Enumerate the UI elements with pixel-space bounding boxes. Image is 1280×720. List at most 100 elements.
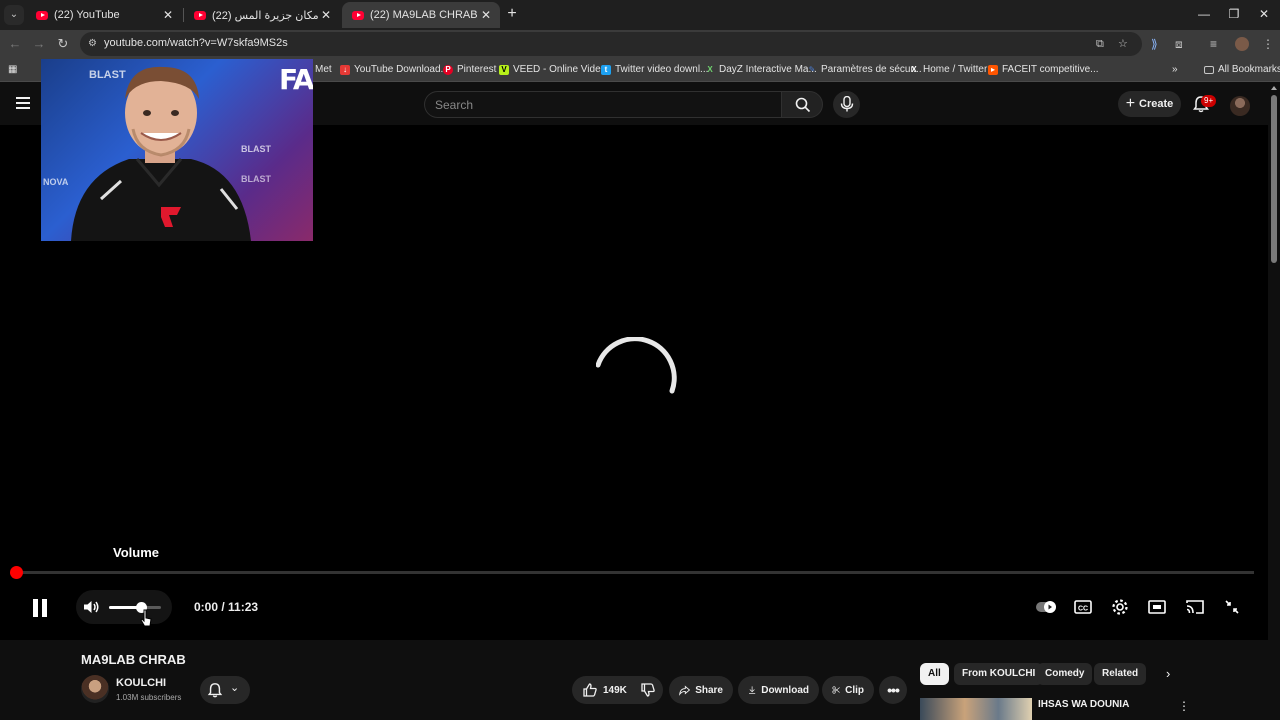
restore-icon[interactable]: ❐	[1226, 6, 1242, 22]
media-control-icon[interactable]: ≡	[1210, 37, 1217, 51]
new-tab-icon[interactable]: +	[504, 6, 520, 22]
download-button[interactable]: Download	[738, 676, 819, 704]
twitter-icon: t	[601, 64, 611, 75]
volume-slider[interactable]	[109, 602, 161, 613]
veed-icon: V	[499, 64, 509, 75]
all-bookmarks-button[interactable]: All Bookmarks	[1204, 64, 1280, 75]
bookmark-item[interactable]: Met	[315, 64, 332, 75]
bookmark-item[interactable]: ✎ Paramètres de sécur...	[807, 64, 922, 75]
clip-label: Clip	[845, 684, 864, 696]
progress-scrubber[interactable]	[10, 566, 23, 579]
youtube-favicon-icon	[352, 10, 364, 20]
close-tab-icon[interactable]: ✕	[318, 8, 334, 22]
more-bookmarks-icon[interactable]: »	[1172, 64, 1178, 75]
create-label: Create	[1139, 98, 1174, 110]
fullscreen-exit-icon[interactable]	[1222, 597, 1242, 617]
bookmark-star-icon[interactable]: ☆	[1118, 37, 1128, 51]
pen-icon: ✎	[808, 64, 816, 74]
bookmark-label: Twitter video downl...	[615, 64, 709, 75]
browser-tab-bar: ⌄ (22) YouTube ✕ (22) البحث عن مكان جزير…	[0, 0, 1280, 30]
page-scrollbar[interactable]	[1268, 83, 1280, 720]
address-url: youtube.com/watch?v=W7skfa9MS2s	[104, 37, 288, 49]
tab-title: (22) MA9LAB CHRAB - YouTube	[370, 9, 478, 21]
cast-icon[interactable]	[1185, 597, 1205, 617]
channel-avatar[interactable]	[81, 675, 109, 703]
create-button[interactable]: + Create	[1118, 91, 1181, 117]
chevron-right-icon[interactable]: ›	[1166, 667, 1178, 681]
browser-tab[interactable]: (22) البحث عن مكان جزيرة المس... ✕	[184, 2, 340, 28]
pause-button[interactable]	[32, 599, 48, 617]
bookmark-label: YouTube Download...	[354, 64, 449, 75]
voice-search-button[interactable]	[833, 91, 860, 118]
browser-profile-avatar[interactable]	[1235, 37, 1249, 51]
volume-control[interactable]	[76, 590, 172, 624]
autoplay-toggle-icon[interactable]	[1036, 597, 1056, 617]
browser-tab-active[interactable]: (22) MA9LAB CHRAB - YouTube ✕	[342, 2, 500, 28]
recommendation-thumbnail[interactable]	[920, 698, 1032, 720]
address-bar[interactable]: ⚙ youtube.com/watch?v=W7skfa9MS2s ⧉ ☆	[80, 32, 1142, 56]
scrollbar-thumb[interactable]	[1271, 95, 1277, 263]
bookmark-label: Met	[315, 64, 332, 75]
more-actions-button[interactable]: •••	[879, 676, 907, 704]
youtube-favicon-icon	[194, 10, 206, 20]
close-window-icon[interactable]: ✕	[1256, 6, 1272, 22]
bookmark-item[interactable]: P Pinterest	[443, 64, 496, 75]
scroll-up-arrow-icon[interactable]	[1271, 86, 1277, 90]
captions-icon[interactable]: CC	[1073, 597, 1093, 617]
close-tab-icon[interactable]: ✕	[478, 8, 494, 22]
volume-icon[interactable]	[82, 598, 100, 616]
person-portrait-image	[71, 66, 251, 241]
search-button[interactable]	[781, 91, 823, 118]
x-icon: X	[911, 64, 917, 74]
chip-related[interactable]: Related	[1094, 663, 1147, 685]
chip-all[interactable]: All	[920, 663, 949, 685]
search-input[interactable]: Search	[424, 91, 781, 118]
share-button[interactable]: Share	[669, 676, 733, 704]
bookmark-item[interactable]: ▸ FACEIT competitive...	[988, 64, 1099, 75]
more-horizontal-icon: •••	[887, 682, 900, 698]
download-label: Download	[761, 684, 809, 696]
chevron-down-icon: ⌄	[230, 682, 240, 694]
search-icon	[795, 97, 811, 113]
browser-menu-icon[interactable]: ⋮	[1262, 37, 1274, 51]
bookmark-item[interactable]: X Home / Twitter	[909, 64, 987, 75]
reload-icon[interactable]: ↻	[55, 36, 71, 52]
bookmark-item[interactable]: t Twitter video downl...	[601, 64, 708, 75]
clip-button[interactable]: Clip	[822, 676, 874, 704]
back-icon[interactable]: ←	[7, 36, 23, 52]
thumbs-down-icon	[641, 683, 655, 697]
tab-search-button[interactable]: ⌄	[4, 5, 24, 25]
faceit-icon: ▸	[988, 64, 998, 75]
notification-count-badge: 9+	[1201, 95, 1217, 107]
channel-name[interactable]: KOULCHI	[116, 677, 166, 689]
extension-icon[interactable]: ⟫	[1151, 37, 1158, 51]
loading-spinner-icon	[596, 337, 677, 394]
extensions-puzzle-icon[interactable]: ⧈	[1175, 37, 1183, 51]
all-bookmarks-label: All Bookmarks	[1218, 64, 1280, 75]
settings-gear-icon[interactable]	[1110, 597, 1130, 617]
bookmark-item[interactable]: X DayZ Interactive Ma...	[705, 64, 816, 75]
dislike-button[interactable]	[634, 676, 662, 704]
more-vertical-icon[interactable]: ⋮	[1178, 699, 1190, 713]
tab-title: (22) البحث عن مكان جزيرة المس...	[212, 9, 318, 22]
site-info-icon[interactable]: ⚙	[88, 38, 100, 50]
install-app-icon[interactable]: ⧉	[1096, 37, 1104, 51]
close-tab-icon[interactable]: ✕	[160, 8, 176, 22]
microphone-icon	[840, 96, 854, 112]
bookmark-item[interactable]: ↓ YouTube Download...	[340, 64, 449, 75]
progress-bar[interactable]	[12, 571, 1254, 574]
pinterest-icon: P	[443, 64, 453, 75]
forward-icon[interactable]: →	[31, 36, 47, 52]
theater-mode-icon[interactable]	[1147, 597, 1167, 617]
guide-menu-icon[interactable]	[16, 97, 30, 109]
account-avatar[interactable]	[1230, 96, 1250, 116]
minimize-icon[interactable]: —	[1196, 6, 1212, 22]
apps-grid-icon[interactable]: ▦	[8, 64, 17, 75]
youtube-favicon-icon	[36, 10, 48, 20]
browser-tab[interactable]: (22) YouTube ✕	[26, 2, 182, 28]
chip-comedy[interactable]: Comedy	[1037, 663, 1093, 685]
bookmark-item[interactable]: V VEED - Online Vide...	[499, 64, 609, 75]
recommendation-title[interactable]: IHSAS WA DOUNIA	[1038, 699, 1129, 710]
chip-from-channel[interactable]: From KOULCHI	[954, 663, 1044, 685]
subscription-notifications-button[interactable]: ⌄	[200, 676, 250, 704]
